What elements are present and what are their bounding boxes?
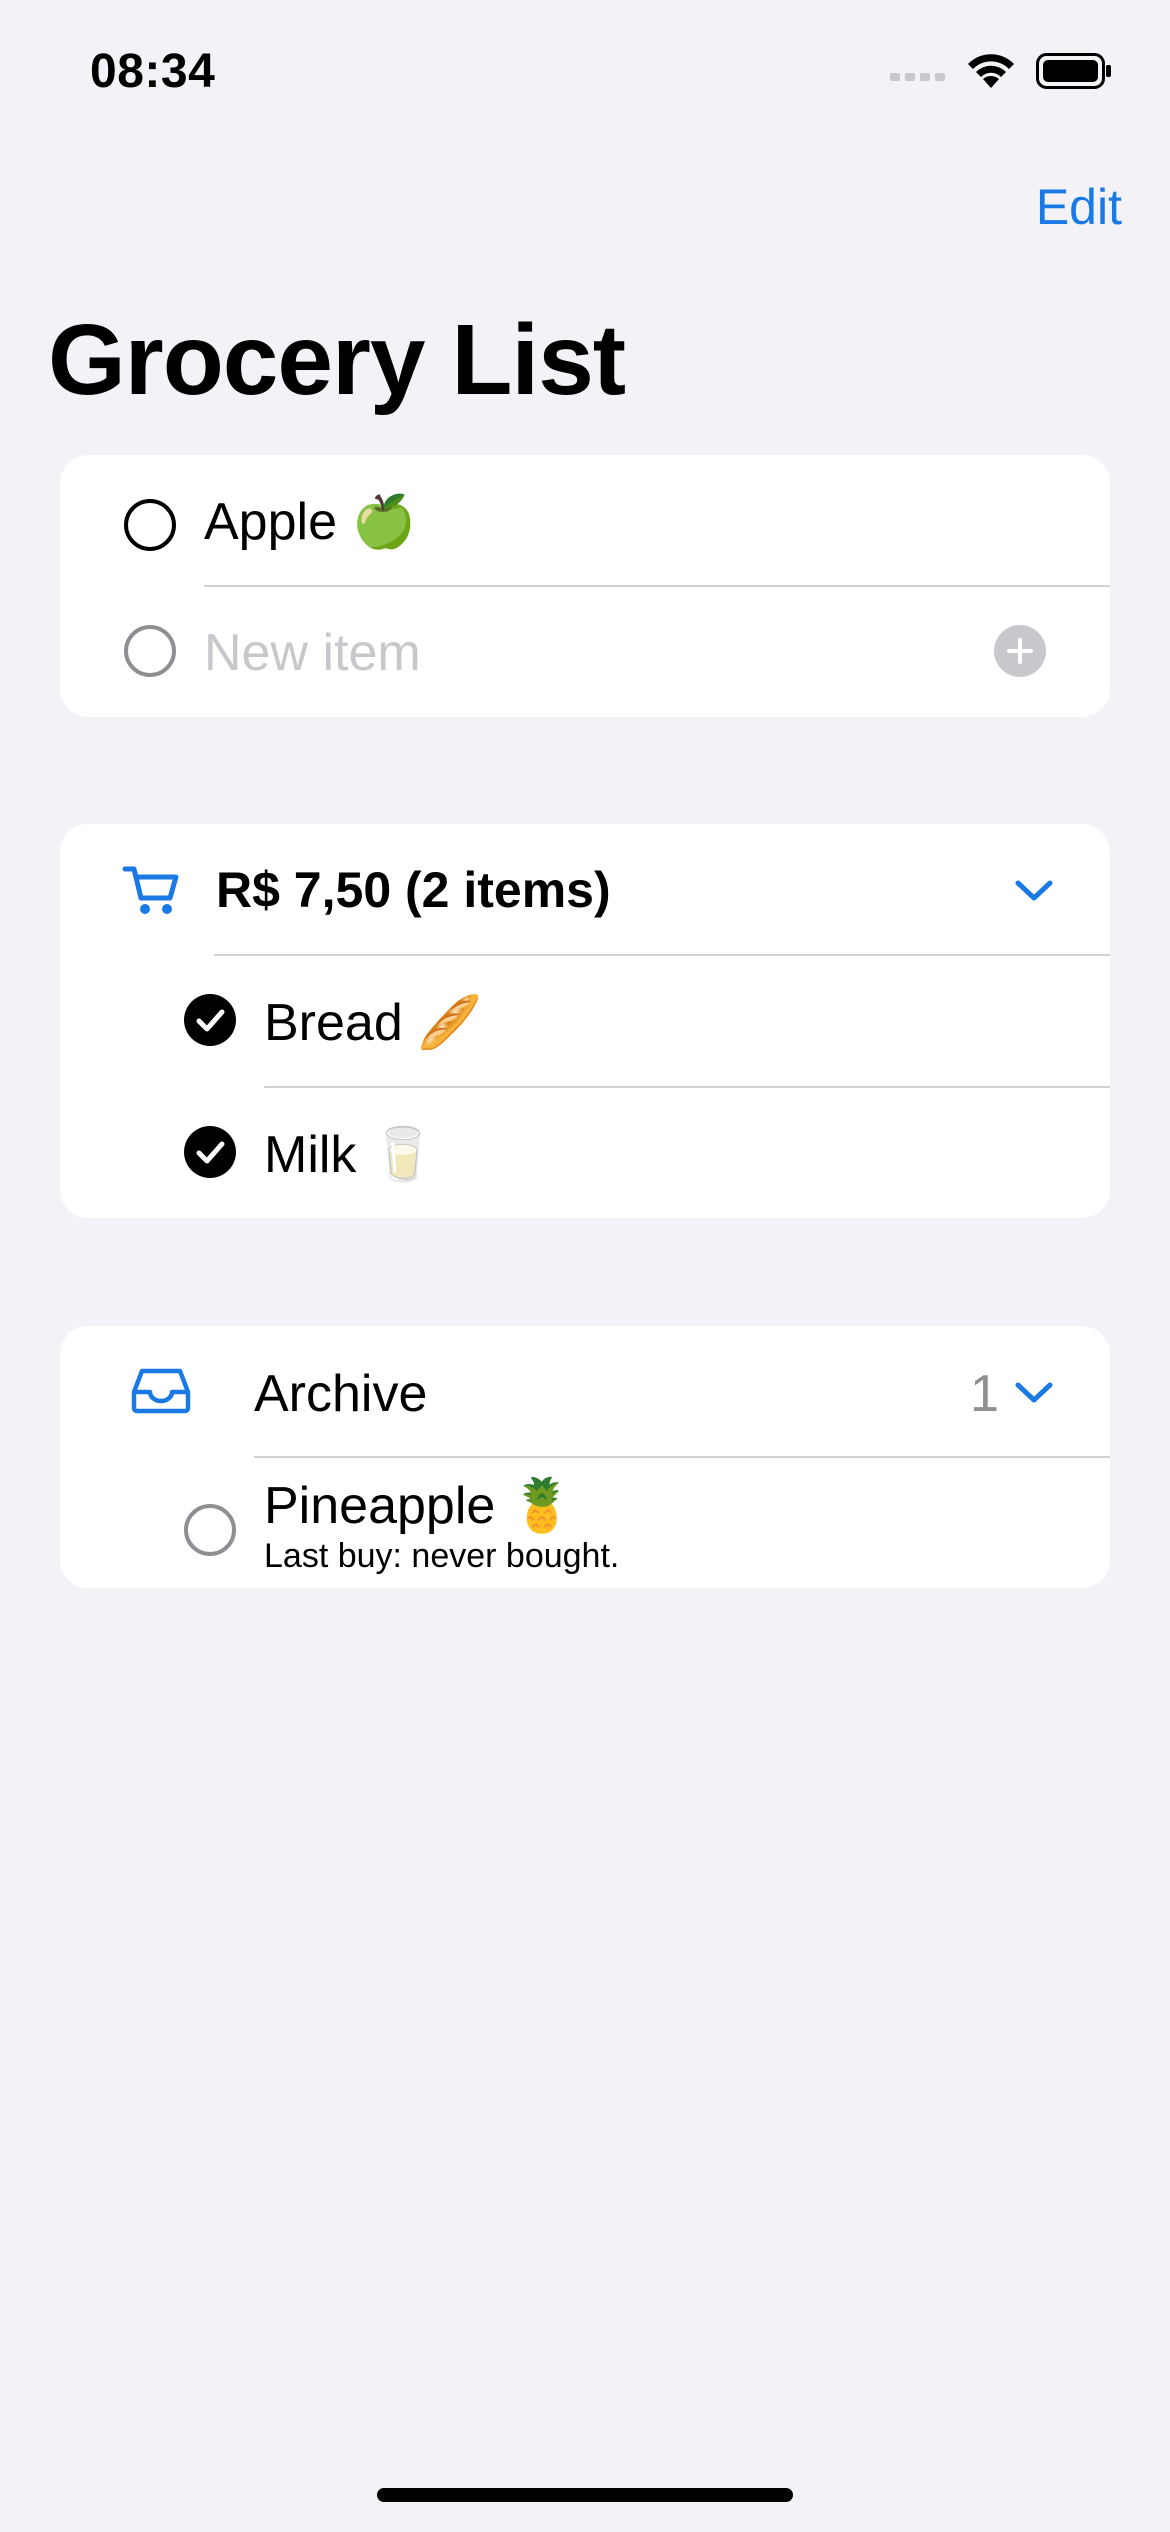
signal-icon: [890, 61, 946, 86]
page-title: Grocery List: [48, 304, 626, 416]
chevron-down-icon[interactable]: [1014, 878, 1054, 909]
empty-circle-icon: [124, 625, 176, 677]
cart-summary: R$ 7,50 (2 items): [216, 862, 611, 918]
chevron-down-icon[interactable]: [1014, 1380, 1054, 1411]
empty-circle-icon[interactable]: [184, 1504, 236, 1556]
new-item-row[interactable]: New item: [60, 586, 1110, 717]
checkmark-circle-icon[interactable]: [184, 994, 236, 1046]
archive-card: Archive 1 Pineapple 🍍 Last buy: never bo…: [60, 1326, 1110, 1588]
tray-icon: [130, 1366, 192, 1419]
home-indicator: [377, 2488, 793, 2502]
shopping-list-card: Apple 🍏 New item: [60, 455, 1110, 717]
status-icons: [890, 52, 1112, 95]
new-item-input[interactable]: New item: [204, 623, 421, 683]
cart-item[interactable]: Milk 🥛: [60, 1087, 1110, 1218]
unchecked-circle-icon[interactable]: [124, 499, 176, 551]
edit-button[interactable]: Edit: [1036, 178, 1122, 236]
cart-icon: [122, 864, 180, 921]
archive-item[interactable]: Pineapple 🍍 Last buy: never bought.: [60, 1457, 1110, 1588]
battery-icon: [1036, 53, 1112, 94]
item-subtitle: Last buy: never bought.: [264, 1537, 620, 1575]
item-name: Bread 🥖: [264, 994, 482, 1052]
status-time: 08:34: [90, 45, 216, 98]
item-name: Pineapple 🍍: [264, 1477, 575, 1535]
archive-count: 1: [970, 1365, 999, 1423]
wifi-icon: [966, 52, 1016, 95]
list-item[interactable]: Apple 🍏: [60, 455, 1110, 586]
item-name: Apple 🍏: [204, 493, 417, 551]
cart-card: R$ 7,50 (2 items) Bread 🥖 Milk 🥛: [60, 824, 1110, 1218]
add-item-button[interactable]: [994, 625, 1046, 677]
item-name: Milk 🥛: [264, 1126, 436, 1184]
status-bar: 08:34: [0, 0, 1170, 150]
cart-item[interactable]: Bread 🥖: [60, 955, 1110, 1086]
plus-icon: [1007, 638, 1033, 664]
archive-label: Archive: [254, 1365, 428, 1423]
checkmark-circle-icon[interactable]: [184, 1126, 236, 1178]
archive-header[interactable]: Archive 1: [60, 1326, 1110, 1457]
cart-header[interactable]: R$ 7,50 (2 items): [60, 824, 1110, 955]
